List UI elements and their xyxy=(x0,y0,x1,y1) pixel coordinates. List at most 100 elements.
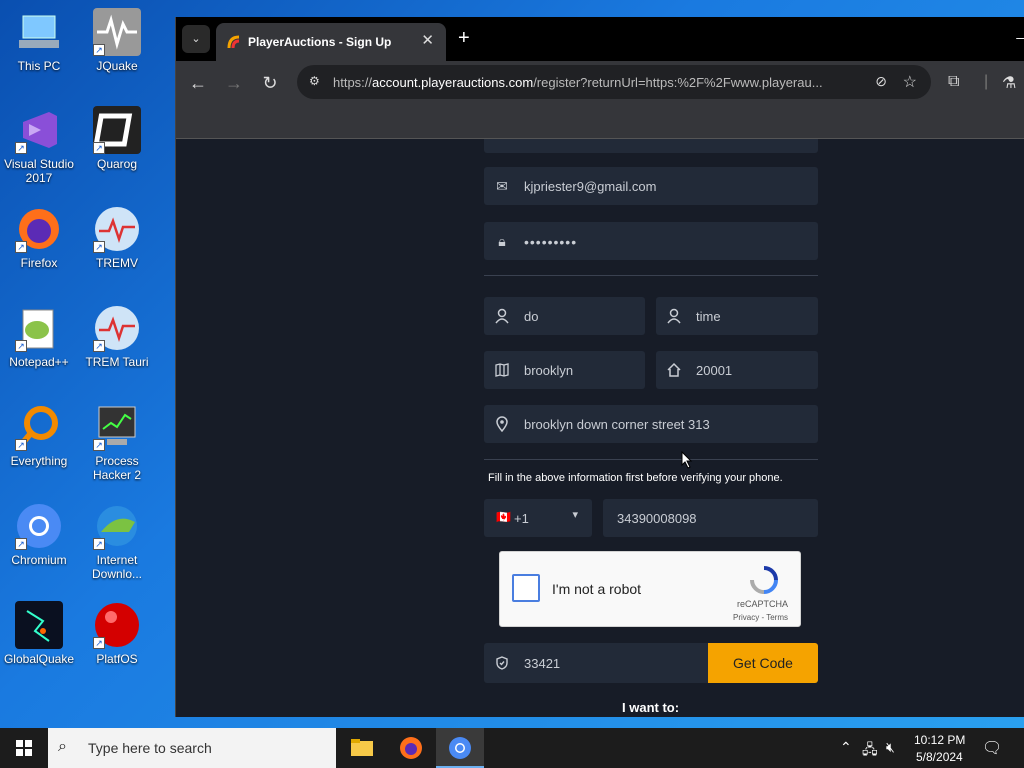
recaptcha-widget: I'm not a robot reCAPTCHA Privacy - Term… xyxy=(499,551,801,627)
window-minimize-button[interactable]: – xyxy=(1016,29,1024,45)
address-field[interactable]: brooklyn down corner street 313 xyxy=(484,405,818,443)
desktop-icon-label: TREM Tauri xyxy=(85,355,149,369)
zip-value: 20001 xyxy=(696,363,733,378)
desktop-icon-this-pc[interactable]: This PC xyxy=(0,8,78,73)
url-text: https://account.playerauctions.com/regis… xyxy=(333,75,863,90)
bookmarks-bar xyxy=(176,105,1024,139)
desktop-icon-label: This PC xyxy=(17,59,61,73)
verification-code-field[interactable]: 33421 xyxy=(484,643,710,683)
desktop-icon-chromium[interactable]: ↗ Chromium xyxy=(0,502,78,567)
start-button[interactable] xyxy=(0,728,48,768)
zip-field[interactable]: 20001 xyxy=(656,351,818,389)
mouse-cursor-icon xyxy=(681,451,693,469)
quarog-icon: ↗ xyxy=(93,106,141,154)
address-bar[interactable]: ⚙ https://account.playerauctions.com/reg… xyxy=(297,65,931,99)
tab-bar: ⌄ PlayerAuctions - Sign Up ✕ + – xyxy=(176,17,1024,61)
username-field[interactable] xyxy=(484,139,818,153)
form-divider xyxy=(484,275,818,276)
clock-date[interactable]: 5/8/2024 xyxy=(916,750,963,764)
tab-search-dropdown[interactable]: ⌄ xyxy=(182,25,210,53)
new-tab-button[interactable]: + xyxy=(458,27,470,50)
firefox-icon xyxy=(400,737,422,759)
desktop-icon-tremv[interactable]: ↗ TREMV xyxy=(78,205,156,270)
tab-playerauctions[interactable]: PlayerAuctions - Sign Up ✕ xyxy=(216,23,446,61)
page-content: ✉ kjpriester9@gmail.com 🔒︎ ••••••••• do … xyxy=(176,139,1024,717)
desktop-icon-label: JQuake xyxy=(96,59,138,73)
url-domain: account.playerauctions.com xyxy=(372,75,534,90)
taskbar-chromium[interactable] xyxy=(436,728,484,768)
extensions-puzzle-icon[interactable]: ⧉ xyxy=(948,73,959,91)
playerauctions-favicon-icon xyxy=(226,34,242,50)
network-icon[interactable]: 🖧︎ xyxy=(862,739,878,763)
clock-time[interactable]: 10:12 PM xyxy=(914,733,965,747)
reload-icon[interactable]: ↻ xyxy=(258,73,282,94)
first-name-field[interactable]: do xyxy=(484,297,645,335)
desktop-icon-trem-tauri[interactable]: ↗ TREM Tauri xyxy=(78,304,156,369)
chromium-icon xyxy=(449,737,471,759)
user-icon xyxy=(494,308,510,324)
search-magnifier-icon: ↗ xyxy=(15,403,63,451)
desktop-icon-label: PlatfOS xyxy=(96,652,138,666)
desktop-icon-label: Notepad++ xyxy=(9,355,69,369)
forward-arrow-icon[interactable]: → xyxy=(222,73,246,94)
recaptcha-logo-icon xyxy=(748,564,780,596)
desktop-icon-label: Everything xyxy=(10,454,68,468)
user-icon xyxy=(666,308,682,324)
bookmark-star-icon[interactable]: ☆ xyxy=(903,72,917,92)
search-placeholder: Type here to search xyxy=(88,740,212,756)
notepadpp-icon: ↗ xyxy=(15,304,63,352)
password-value: ••••••••• xyxy=(524,234,578,250)
desktop-icon-idm[interactable]: ↗ Internet Downlo... xyxy=(78,502,156,581)
recaptcha-checkbox[interactable] xyxy=(512,574,540,602)
desktop-icon-firefox[interactable]: ↗ Firefox xyxy=(0,205,78,270)
map-pin-icon xyxy=(494,416,510,433)
taskbar-firefox[interactable] xyxy=(387,728,435,768)
get-code-button[interactable]: Get Code xyxy=(708,643,818,683)
seismograph-icon: ↗ xyxy=(93,8,141,56)
taskbar-search-box[interactable]: ⌕ Type here to search xyxy=(48,728,336,768)
recaptcha-privacy-terms[interactable]: Privacy - Terms xyxy=(733,613,788,622)
desktop-icon-notepadpp[interactable]: ↗ Notepad++ xyxy=(0,304,78,369)
volume-muted-icon[interactable]: 🔇︎ xyxy=(886,739,895,756)
labs-flask-icon[interactable]: ⚗ xyxy=(1002,73,1016,93)
caret-down-icon: ▾ xyxy=(572,509,578,521)
map-icon xyxy=(494,362,510,378)
phone-field[interactable]: 34390008098 xyxy=(603,499,818,537)
site-settings-icon[interactable]: ⚙ xyxy=(309,74,320,88)
desktop-icon-quarog[interactable]: ↗ Quarog xyxy=(78,106,156,171)
last-name-field[interactable]: time xyxy=(656,297,818,335)
browser-window: ⌄ PlayerAuctions - Sign Up ✕ + – ← → ↻ ⚙… xyxy=(175,17,1024,717)
phone-value: 34390008098 xyxy=(617,511,697,526)
windows-logo-icon xyxy=(16,740,32,756)
tab-title: PlayerAuctions - Sign Up xyxy=(248,35,392,49)
address-value: brooklyn down corner street 313 xyxy=(524,417,710,432)
email-value: kjpriester9@gmail.com xyxy=(524,179,657,194)
desktop-icon-label: Quarog xyxy=(96,157,138,171)
desktop-icon-jquake[interactable]: ↗ JQuake xyxy=(78,8,156,73)
email-field[interactable]: ✉ kjpriester9@gmail.com xyxy=(484,167,818,205)
eye-slash-icon[interactable]: ⊘ xyxy=(875,73,887,90)
desktop-icon-platfos[interactable]: ↗ PlatfOS xyxy=(78,601,156,666)
recaptcha-brand: reCAPTCHA xyxy=(736,599,788,609)
home-icon xyxy=(666,362,682,378)
desktop-icon-everything[interactable]: ↗ Everything xyxy=(0,403,78,468)
i-want-to-label: I want to: xyxy=(622,700,680,715)
tab-close-icon[interactable]: ✕ xyxy=(421,31,434,49)
chevron-up-icon[interactable]: ⌃ xyxy=(840,739,852,756)
password-field[interactable]: 🔒︎ ••••••••• xyxy=(484,222,818,260)
notification-icon[interactable]: 🗨︎ xyxy=(982,738,1002,758)
desktop-icon-globalquake[interactable]: GlobalQuake xyxy=(0,601,78,666)
taskbar-file-explorer[interactable] xyxy=(338,728,386,768)
recaptcha-label: I'm not a robot xyxy=(552,581,642,597)
city-field[interactable]: brooklyn xyxy=(484,351,645,389)
url-prefix: https:// xyxy=(333,75,373,90)
folder-icon xyxy=(351,739,373,756)
country-code-select[interactable]: 🇨🇦 +1 ▾ xyxy=(484,499,592,537)
back-arrow-icon[interactable]: ← xyxy=(186,73,210,94)
desktop-icon-process-hacker[interactable]: ↗ Process Hacker 2 xyxy=(78,403,156,482)
desktop-icon-label: Visual Studio 2017 xyxy=(4,157,74,185)
canada-flag-icon: 🇨🇦 xyxy=(496,510,511,524)
lock-icon: 🔒︎ xyxy=(498,233,506,249)
url-path: /register?returnUrl=https:%2F%2Fwww.play… xyxy=(533,75,823,90)
desktop-icon-visual-studio[interactable]: ↗ Visual Studio 2017 xyxy=(0,106,78,185)
